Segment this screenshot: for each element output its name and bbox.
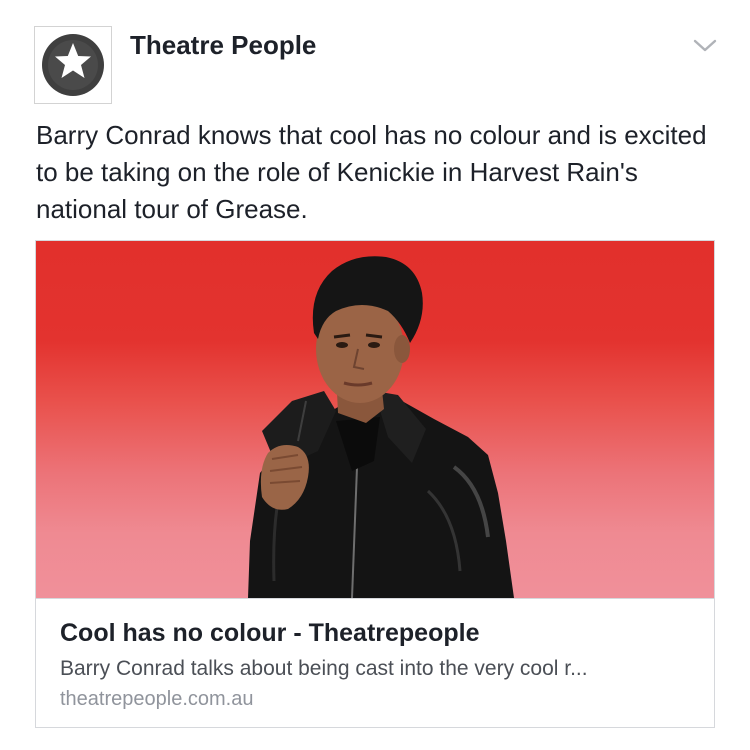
link-preview-meta[interactable]: Cool has no colour - Theatrepeople Barry… <box>36 598 714 727</box>
page-avatar[interactable] <box>34 26 112 104</box>
post-text: Barry Conrad knows that cool has no colo… <box>36 120 707 224</box>
link-preview-image[interactable] <box>36 241 714 598</box>
page-name[interactable]: Theatre People <box>130 30 316 61</box>
link-domain: theatrepeople.com.au <box>60 688 254 710</box>
star-in-circle-icon <box>42 34 104 96</box>
link-title[interactable]: Cool has no colour - Theatrepeople <box>60 619 479 648</box>
link-description: Barry Conrad talks about being cast into… <box>60 657 588 680</box>
chevron-down-icon[interactable] <box>690 36 720 56</box>
link-preview-card[interactable]: Cool has no colour - Theatrepeople Barry… <box>35 240 715 728</box>
feed-post: Theatre People Barry Conrad knows that c… <box>0 0 750 750</box>
portrait-photo <box>248 256 514 598</box>
